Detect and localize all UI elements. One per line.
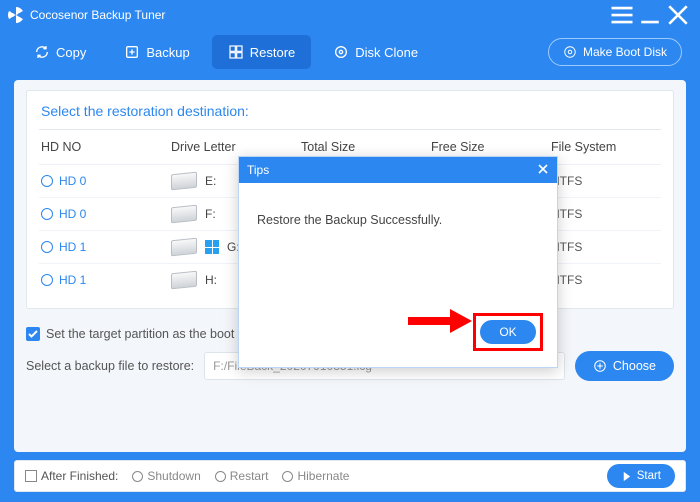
- hdno-cell: HD 1: [41, 273, 171, 287]
- title-bar: Cocosenor Backup Tuner: [0, 0, 700, 30]
- copy-label: Copy: [56, 45, 86, 60]
- plus-circle-icon: [593, 359, 607, 373]
- col-drive: Drive Letter: [171, 140, 301, 154]
- app-title: Cocosenor Backup Tuner: [30, 8, 165, 22]
- row-radio[interactable]: [41, 241, 53, 253]
- col-fs: File System: [551, 140, 659, 154]
- backup-icon: [124, 44, 140, 60]
- select-file-label: Select a backup file to restore:: [26, 359, 194, 373]
- minimize-button[interactable]: [636, 4, 664, 26]
- main-toolbar: Copy Backup Restore Disk Clone Make Boot…: [0, 30, 700, 74]
- diskclone-button[interactable]: Disk Clone: [317, 35, 434, 69]
- backup-label: Backup: [146, 45, 189, 60]
- dialog-close-icon[interactable]: [537, 163, 549, 178]
- destination-heading: Select the restoration destination:: [39, 99, 661, 130]
- dialog-message: Restore the Backup Successfully.: [239, 183, 557, 303]
- opt-shutdown[interactable]: Shutdown: [132, 469, 200, 483]
- bottom-bar: After Finished: Shutdown Restart Hiberna…: [14, 460, 686, 492]
- fs-cell: NTFS: [551, 174, 659, 188]
- annotation-arrow: [408, 311, 478, 331]
- copy-icon: [34, 44, 50, 60]
- diskclone-icon: [333, 44, 349, 60]
- fs-cell: NTFS: [551, 207, 659, 221]
- diskclone-label: Disk Clone: [355, 45, 418, 60]
- backup-button[interactable]: Backup: [108, 35, 205, 69]
- make-boot-disk-button[interactable]: Make Boot Disk: [548, 38, 682, 66]
- restore-button[interactable]: Restore: [212, 35, 312, 69]
- restore-label: Restore: [250, 45, 296, 60]
- opt-restart[interactable]: Restart: [215, 469, 269, 483]
- start-label: Start: [637, 470, 661, 482]
- hdno-cell: HD 0: [41, 207, 171, 221]
- hdd-icon: [171, 239, 197, 255]
- menu-icon[interactable]: [608, 4, 636, 26]
- fs-cell: NTFS: [551, 273, 659, 287]
- boot-disk-icon: [563, 45, 577, 59]
- after-finished-check[interactable]: After Finished:: [25, 469, 118, 483]
- make-boot-disk-label: Make Boot Disk: [583, 45, 667, 59]
- ok-highlight: OK: [473, 313, 543, 351]
- choose-button[interactable]: Choose: [575, 351, 674, 381]
- app-logo-icon: [8, 7, 24, 23]
- hdd-icon: [171, 173, 197, 189]
- col-hdno: HD NO: [41, 140, 171, 154]
- windows-icon: [205, 240, 219, 254]
- set-boot-checkbox[interactable]: [26, 327, 40, 341]
- start-button[interactable]: Start: [607, 464, 675, 488]
- play-icon: [621, 471, 632, 482]
- hdd-icon: [171, 272, 197, 288]
- copy-button[interactable]: Copy: [18, 35, 102, 69]
- choose-label: Choose: [613, 359, 656, 373]
- dialog-header: Tips: [239, 157, 557, 183]
- hdd-icon: [171, 206, 197, 222]
- restore-icon: [228, 44, 244, 60]
- tips-dialog: Tips Restore the Backup Successfully. OK: [238, 156, 558, 368]
- col-total: Total Size: [301, 140, 431, 154]
- row-radio[interactable]: [41, 208, 53, 220]
- fs-cell: NTFS: [551, 240, 659, 254]
- row-radio[interactable]: [41, 175, 53, 187]
- set-boot-label: Set the target partition as the boot dis…: [46, 327, 267, 341]
- col-free: Free Size: [431, 140, 551, 154]
- after-finished-label: After Finished:: [41, 469, 118, 483]
- hdno-cell: HD 0: [41, 174, 171, 188]
- row-radio[interactable]: [41, 274, 53, 286]
- ok-button[interactable]: OK: [480, 320, 536, 344]
- dialog-title: Tips: [247, 163, 269, 177]
- opt-hibernate[interactable]: Hibernate: [282, 469, 349, 483]
- close-button[interactable]: [664, 4, 692, 26]
- hdno-cell: HD 1: [41, 240, 171, 254]
